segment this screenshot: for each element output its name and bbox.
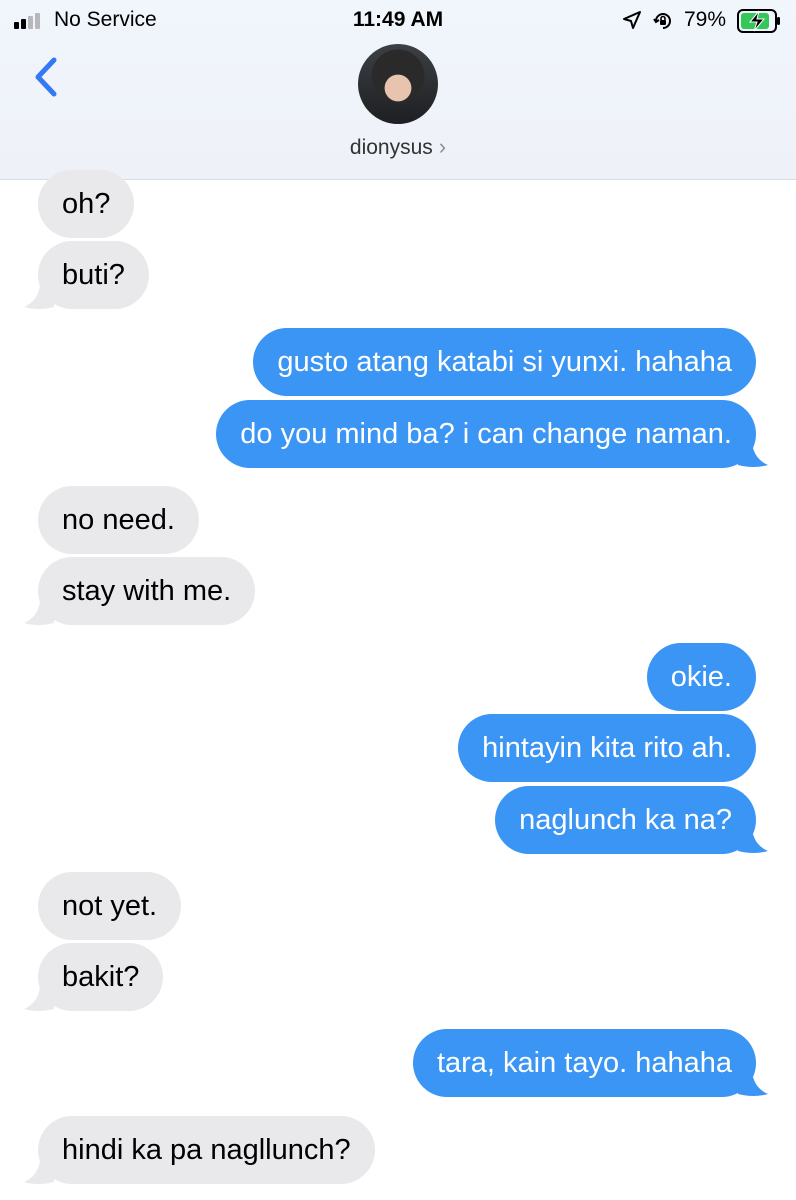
location-arrow-icon [623,11,641,29]
message-bubble-sent[interactable]: naglunch ka na? [495,786,756,854]
message-bubble-received[interactable]: oh? [38,170,135,238]
message-text: buti? [62,259,125,291]
message-bubble-received[interactable]: no need. [38,486,199,554]
status-bar: No Service 11:49 AM 79% [0,0,796,40]
message-bubble-received[interactable]: not yet. [38,872,182,940]
bubble-tail [738,829,768,853]
battery-charging-icon [737,9,780,33]
contact-avatar[interactable] [358,44,438,124]
contact-name-button[interactable]: dionysus › [0,134,796,160]
message-text: hindi ka pa nagllunch? [62,1134,351,1166]
message-text: no need. [62,504,175,536]
battery-percentage: 79% [684,8,727,31]
message-text: do you mind ba? i can change naman. [240,418,732,450]
bubble-tail [24,987,54,1011]
conversation-header: No Service 11:49 AM 79% dionysus › [0,0,796,180]
contact-name: dionysus [349,136,433,159]
clock: 11:49 AM [352,8,444,31]
chevron-right-icon: › [438,134,447,159]
message-bubble-sent[interactable]: okie. [646,643,756,711]
back-button[interactable] [28,52,68,102]
bubble-tail [738,443,768,467]
message-bubble-received[interactable]: stay with me. [38,557,256,625]
message-text: not yet. [62,890,158,922]
rotation-lock-icon [653,13,671,29]
bubble-tail [24,1160,54,1184]
message-bubble-sent[interactable]: tara, kain tayo. hahaha [412,1029,756,1097]
message-bubble-received[interactable]: bakit? [38,943,164,1011]
bubble-tail [738,1072,768,1096]
message-bubble-sent[interactable]: do you mind ba? i can change naman. [216,400,756,468]
message-text: hintayin kita rito ah. [482,732,732,764]
message-text: okie. [670,661,732,693]
message-bubble-received[interactable]: buti? [38,241,149,309]
message-bubble-received[interactable]: hindi ka pa nagllunch? [38,1116,375,1184]
message-text: stay with me. [62,575,232,607]
bubble-tail [24,285,54,309]
chevron-left-icon [35,57,57,97]
bubble-tail [24,601,54,625]
message-text: tara, kain tayo. hahaha [436,1047,732,1079]
message-bubble-sent[interactable]: gusto atang katabi si yunxi. hahaha [253,328,756,396]
message-text: gusto atang katabi si yunxi. hahaha [277,346,732,378]
message-text: oh? [62,188,111,220]
message-bubble-sent[interactable]: hintayin kita rito ah. [458,714,756,782]
message-text: naglunch ka na? [519,804,732,836]
message-text: bakit? [62,961,140,993]
